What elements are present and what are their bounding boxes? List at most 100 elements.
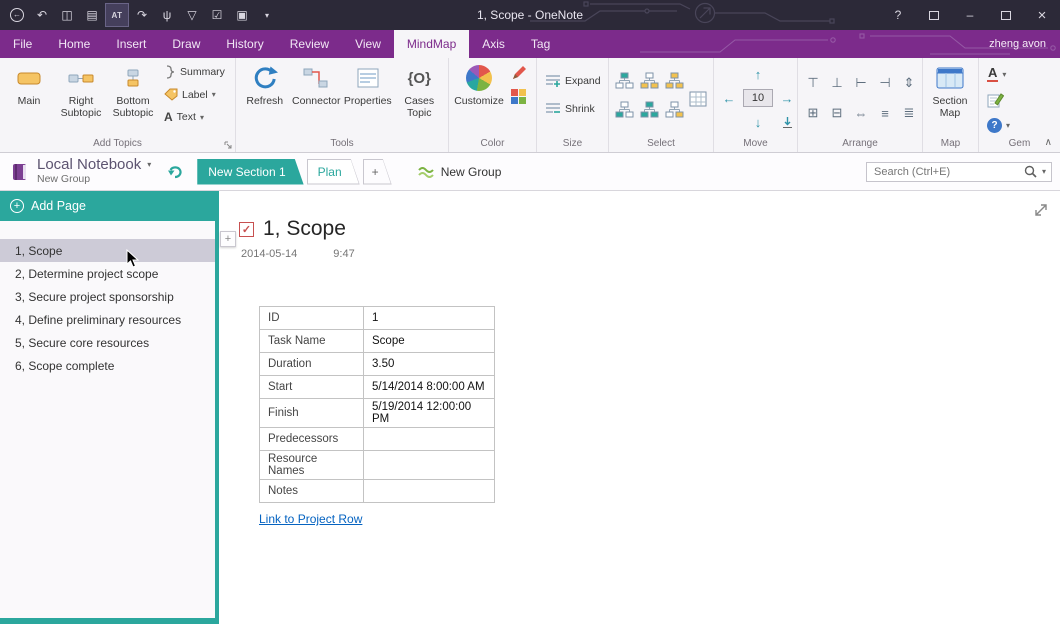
tab-review[interactable]: Review xyxy=(277,30,342,58)
section-map-button[interactable]: Section Map xyxy=(926,60,974,138)
align-right-button[interactable]: ⊣ xyxy=(879,75,890,91)
select-table-button[interactable] xyxy=(689,91,707,107)
page-canvas[interactable]: + ✓ 1, Scope 2014-05-14 9:47 ID 1 Task N… xyxy=(219,191,1060,624)
table-cell-value[interactable] xyxy=(364,451,495,480)
table-cell-label[interactable]: Predecessors xyxy=(260,428,364,451)
label-button[interactable]: Label ▾ xyxy=(161,87,228,102)
tab-mindmap[interactable]: MindMap xyxy=(394,30,469,58)
table-cell-label[interactable]: Task Name xyxy=(260,330,364,353)
bottom-subtopic-button[interactable]: Bottom Subtopic xyxy=(107,60,159,138)
section-group-link[interactable]: New Group xyxy=(417,165,502,179)
page-item[interactable]: 2, Determine project scope xyxy=(0,262,215,285)
table-cell-value[interactable]: 3.50 xyxy=(364,353,495,376)
table-cell-label[interactable]: Finish xyxy=(260,399,364,428)
help-button[interactable]: ? xyxy=(880,0,916,30)
branch-tool-button[interactable]: ψ xyxy=(155,3,179,27)
page-item[interactable]: 4, Define preliminary resources xyxy=(0,308,215,331)
move-down-button[interactable]: ↓ xyxy=(755,115,762,130)
todo-tag-button[interactable]: ☑ xyxy=(205,3,229,27)
color-palette-button[interactable] xyxy=(508,88,529,105)
back-button[interactable]: ← xyxy=(5,3,29,27)
addin-toggle-button[interactable]: AT xyxy=(105,3,129,27)
move-step-input[interactable]: 10 xyxy=(743,89,773,107)
minimize-button[interactable]: – xyxy=(952,0,988,30)
page-item[interactable]: 3, Secure project sponsorship xyxy=(0,285,215,308)
search-icon[interactable] xyxy=(1024,165,1037,178)
redo-button[interactable]: ↷ xyxy=(130,3,154,27)
table-cell-label[interactable]: ID xyxy=(260,307,364,330)
full-page-view-button[interactable] xyxy=(1034,203,1048,217)
tab-draw[interactable]: Draw xyxy=(159,30,213,58)
table-cell-label[interactable]: Notes xyxy=(260,480,364,503)
distribute-vertical-button[interactable]: ⇕ xyxy=(904,75,915,91)
table-cell-value[interactable]: 1 xyxy=(364,307,495,330)
customize-qat-button[interactable]: ▾ xyxy=(255,3,279,27)
nav-back-button[interactable] xyxy=(166,164,183,180)
table-cell-label[interactable]: Start xyxy=(260,376,364,399)
move-right-button[interactable]: → xyxy=(781,91,794,106)
close-button[interactable]: × xyxy=(1024,0,1060,30)
customize-color-button[interactable]: Customize xyxy=(452,60,506,138)
paragraph-handle[interactable]: + xyxy=(220,231,236,247)
distribute-horizontal-button[interactable]: ⇔ xyxy=(855,106,868,121)
gem-help-button[interactable]: ? ▾ xyxy=(984,117,1013,134)
table-cell-value[interactable]: Scope xyxy=(364,330,495,353)
section-tab-new-section-1[interactable]: New Section 1 xyxy=(197,159,303,185)
text-button[interactable]: A Text ▾ xyxy=(161,109,228,125)
add-page-button[interactable]: + Add Page xyxy=(0,191,215,221)
gem-edit-button[interactable] xyxy=(984,91,1013,109)
dialog-launcher-button[interactable] xyxy=(223,140,233,150)
tab-insert[interactable]: Insert xyxy=(103,30,159,58)
reading-view-button[interactable]: ◫ xyxy=(55,3,79,27)
shrink-button[interactable]: Shrink xyxy=(542,101,604,117)
equal-spacing-button[interactable]: ≣ xyxy=(904,105,915,121)
select-subtopics-button[interactable] xyxy=(640,72,659,89)
select-all-topics-button[interactable] xyxy=(665,72,684,89)
move-left-button[interactable]: ← xyxy=(723,91,736,106)
table-cell-label[interactable]: Duration xyxy=(260,353,364,376)
align-top-button[interactable]: ⊤ xyxy=(807,75,818,91)
refresh-button[interactable]: Refresh xyxy=(239,60,291,138)
move-up-button[interactable]: ↑ xyxy=(755,67,762,82)
dock-to-desktop-button[interactable]: ▤ xyxy=(80,3,104,27)
project-row-link[interactable]: Link to Project Row xyxy=(259,512,362,526)
collapse-ribbon-button[interactable]: ∧ xyxy=(1045,137,1052,148)
select-topic-button[interactable] xyxy=(615,72,634,89)
select-branch-button[interactable] xyxy=(615,101,634,118)
page-item[interactable]: 6, Scope complete xyxy=(0,354,215,377)
same-height-button[interactable]: ⊟ xyxy=(832,105,843,121)
section-tab-plan[interactable]: Plan xyxy=(307,159,360,185)
right-subtopic-button[interactable]: Right Subtopic xyxy=(55,60,107,138)
tab-home[interactable]: Home xyxy=(45,30,103,58)
search-scope-chevron-icon[interactable]: ▾ xyxy=(1042,167,1046,176)
table-cell-value[interactable]: 5/19/2014 12:00:00 PM xyxy=(364,399,495,428)
tab-file[interactable]: File xyxy=(0,30,45,58)
expand-button[interactable]: Expand xyxy=(542,73,604,89)
same-width-button[interactable]: ⊞ xyxy=(808,105,819,121)
tab-axis[interactable]: Axis xyxy=(469,30,518,58)
page-item[interactable]: 1, Scope xyxy=(0,239,215,262)
select-siblings-button[interactable] xyxy=(665,101,684,118)
align-bottom-button[interactable]: ⊥ xyxy=(831,75,842,91)
ribbon-display-options-button[interactable] xyxy=(916,0,952,30)
connector-button[interactable]: Connector xyxy=(291,60,343,138)
add-section-button[interactable]: + xyxy=(363,159,392,185)
undo-button[interactable]: ↶ xyxy=(30,3,54,27)
table-cell-value[interactable]: 5/14/2014 8:00:00 AM xyxy=(364,376,495,399)
align-middle-button[interactable]: ≡ xyxy=(881,106,889,121)
todo-checkbox[interactable]: ✓ xyxy=(239,222,254,237)
table-cell-label[interactable]: Resource Names xyxy=(260,451,364,480)
cases-topic-button[interactable]: {O} Cases Topic xyxy=(394,60,446,138)
search-input[interactable] xyxy=(874,166,1019,178)
tab-tag[interactable]: Tag xyxy=(518,30,563,58)
pen-color-button[interactable] xyxy=(508,64,529,81)
properties-button[interactable]: Properties xyxy=(342,60,394,138)
summary-button[interactable]: Summary xyxy=(161,64,228,80)
screen-clipping-button[interactable]: ▣ xyxy=(230,3,254,27)
table-cell-value[interactable] xyxy=(364,428,495,451)
maximize-button[interactable] xyxy=(988,0,1024,30)
table-cell-value[interactable] xyxy=(364,480,495,503)
gem-font-button[interactable]: A ▾ xyxy=(984,65,1013,83)
funnel-tool-button[interactable]: ▽ xyxy=(180,3,204,27)
main-topic-button[interactable]: Main xyxy=(3,60,55,138)
